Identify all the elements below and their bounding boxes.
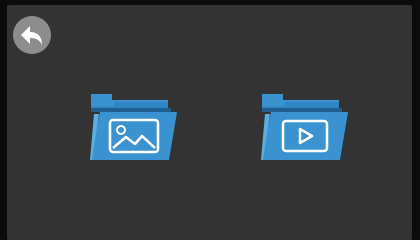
- back-arrow-icon: [21, 26, 42, 45]
- video-folder-icon: [261, 94, 348, 160]
- back-button[interactable]: [13, 16, 51, 54]
- images-folder-button[interactable]: [85, 90, 180, 165]
- home-screen: [7, 5, 412, 240]
- videos-folder-button[interactable]: [256, 90, 351, 165]
- image-folder-icon: [90, 94, 177, 160]
